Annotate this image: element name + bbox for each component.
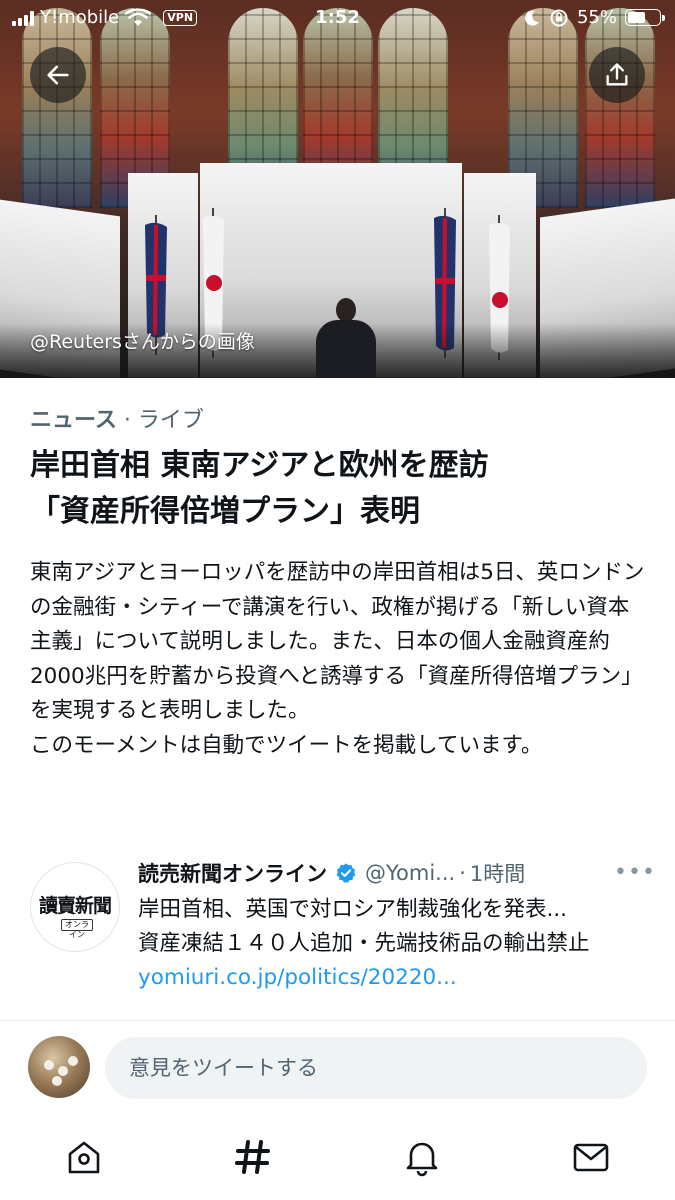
tab-notifications[interactable]: [392, 1135, 452, 1179]
status-bar: Y!mobile VPN 1:52 55%: [0, 0, 675, 38]
stained-glass-window: [585, 8, 655, 208]
tweet-avatar[interactable]: 讀賣新聞 オンライン: [30, 862, 120, 952]
tab-home[interactable]: [54, 1135, 114, 1179]
tweet-author-name[interactable]: 読売新聞オンライン: [138, 858, 327, 888]
auto-note: このモーメントは自動でツイートを掲載しています。: [30, 732, 543, 758]
tweet-header: 読売新聞オンライン @Yomi... · 1時間: [138, 857, 658, 889]
avatar-sub: オンライン: [61, 919, 93, 939]
more-options-icon[interactable]: •••: [614, 860, 656, 885]
moment-description: 東南アジアとヨーロッパを歴訪中の岸田首相は5日、英ロンドンの金融街・シティーで講…: [30, 556, 650, 763]
back-button[interactable]: [30, 47, 86, 103]
tab-explore[interactable]: [223, 1135, 283, 1179]
tweet[interactable]: 讀賣新聞 オンライン 読売新聞オンライン @Yomi... · 1時間 ••• …: [0, 850, 675, 1022]
moment-headline: 岸田首相 東南アジアと欧州を歴訪 「資産所得倍増プラン」表明: [30, 443, 650, 535]
verified-badge-icon: [336, 863, 356, 883]
description-text: 東南アジアとヨーロッパを歴訪中の岸田首相は5日、英ロンドンの金融街・シティーで講…: [30, 560, 645, 723]
meta-separator: ·: [116, 408, 138, 433]
tweet-link[interactable]: yomiuri.co.jp/politics/20220...: [138, 961, 648, 995]
battery-percent: 55%: [576, 7, 617, 28]
battery-icon: [625, 9, 665, 26]
notifications-icon: [406, 1142, 438, 1177]
image-credit: @Reutersさんからの画像: [30, 331, 255, 353]
avatar-logo: 讀賣新聞: [38, 895, 112, 917]
tweet-line: 資産凍結１４０人追加・先端技術品の輸出禁止: [138, 931, 590, 956]
headline-line: 岸田首相 東南アジアと欧州を歴訪: [30, 448, 489, 483]
rotation-lock-icon: [550, 9, 568, 26]
tweet-reply-input[interactable]: [105, 1037, 647, 1099]
headline-line: 「資産所得倍増プラン」表明: [30, 494, 420, 529]
tweet-time[interactable]: 1時間: [470, 858, 525, 888]
tweet-separator: ·: [459, 861, 466, 885]
home-icon: [69, 1141, 100, 1174]
tweet-handle[interactable]: @Yomi...: [365, 861, 455, 885]
tweet-text: 岸田首相、英国で対ロシア制裁強化を発表... 資産凍結１４０人追加・先端技術品の…: [138, 893, 648, 995]
status-right: 55%: [523, 7, 665, 28]
live-label: ライブ: [137, 408, 204, 433]
share-icon: [606, 63, 628, 86]
hero-image: @Reutersさんからの画像: [0, 0, 675, 378]
arrow-left-icon: [47, 65, 69, 85]
speaker-figure: [314, 298, 378, 378]
reply-bar: [0, 1020, 675, 1115]
category-label: ニュース: [30, 408, 117, 433]
tweet-line: 岸田首相、英国で対ロシア制裁強化を発表...: [138, 897, 568, 922]
moon-icon: [525, 10, 539, 26]
tab-messages[interactable]: [561, 1135, 621, 1179]
share-button[interactable]: [589, 47, 645, 103]
moment-meta: ニュース · ライブ: [30, 402, 204, 434]
explore-icon: [235, 1140, 271, 1174]
stained-glass-window: [22, 8, 92, 208]
bottom-tab-bar: [0, 1115, 675, 1200]
messages-icon: [573, 1143, 608, 1172]
user-avatar[interactable]: [28, 1036, 90, 1098]
